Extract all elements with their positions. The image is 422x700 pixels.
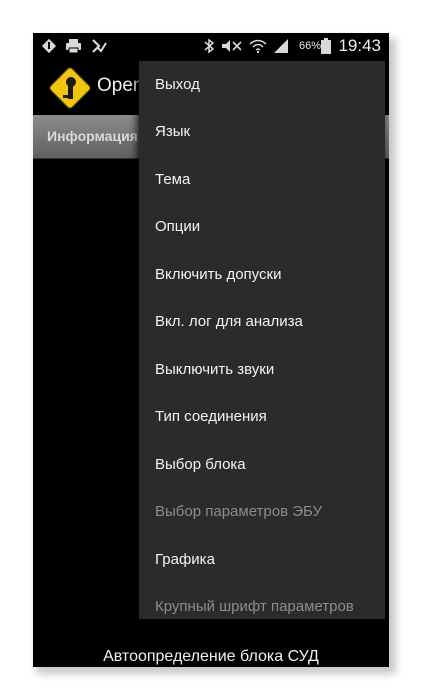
bluetooth-icon: [204, 38, 215, 54]
app-logo-icon: [49, 67, 91, 109]
menu-item-enable-log[interactable]: Вкл. лог для анализа: [139, 298, 385, 345]
status-bar: 66% 19:43: [33, 33, 389, 59]
printer-icon: [66, 39, 81, 54]
tab-information[interactable]: Информация: [47, 128, 138, 144]
app-title: Open: [97, 75, 144, 96]
mute-icon: [222, 40, 242, 52]
menu-item-options[interactable]: Опции: [139, 203, 385, 250]
footer-status-label: Автоопределение блока СУД: [103, 648, 319, 665]
menu-item-connection-type[interactable]: Тип соединения: [139, 393, 385, 440]
wifi-icon: [249, 39, 267, 54]
menu-item-disable-sounds[interactable]: Выключить звуки: [139, 346, 385, 393]
menu-item-language[interactable]: Язык: [139, 108, 385, 155]
overflow-menu: Выход Язык Тема Опции Включить допуски В…: [139, 61, 385, 619]
status-time: 19:43: [338, 36, 381, 55]
menu-item-large-font: Крупный шрифт параметров: [155, 598, 354, 615]
app-notification-icon: [41, 38, 57, 54]
signal-icon: [274, 39, 288, 53]
menu-item-select-ecu-params: Выбор параметров ЭБУ: [155, 503, 323, 520]
download-done-icon: [92, 39, 107, 53]
battery-icon: [321, 38, 331, 54]
menu-item-enable-tolerances[interactable]: Включить допуски: [139, 251, 385, 298]
menu-item-select-unit[interactable]: Выбор блока: [139, 441, 385, 488]
menu-item-theme[interactable]: Тема: [139, 156, 385, 203]
phone-screen: 66% 19:43 Open Информация Автоопределени…: [33, 33, 389, 667]
menu-item-exit[interactable]: Выход: [139, 61, 385, 108]
menu-item-graphics[interactable]: Графика: [139, 536, 385, 583]
battery-percent: 66%: [298, 40, 321, 52]
